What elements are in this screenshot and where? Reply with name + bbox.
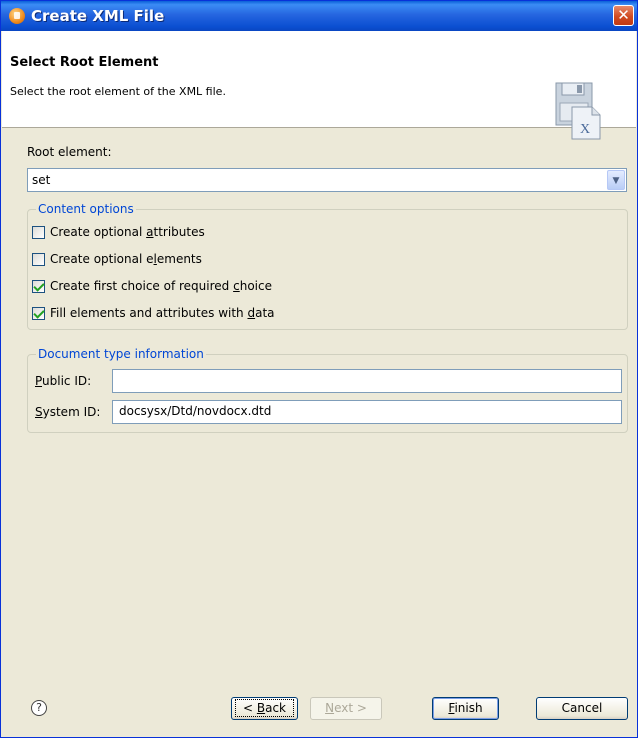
document-type-legend: Document type information [36, 347, 206, 361]
window-title: Create XML File [31, 7, 165, 25]
root-element-label: Root element: [27, 145, 112, 159]
public-id-input[interactable] [112, 369, 622, 393]
help-icon[interactable]: ? [31, 700, 47, 716]
fill-with-data-checkbox[interactable] [32, 307, 45, 320]
create-first-choice-checkbox[interactable] [32, 280, 45, 293]
system-id-label: System ID: [35, 405, 101, 419]
root-element-select[interactable]: set ▼ [27, 168, 627, 192]
app-icon [9, 8, 25, 24]
svg-text:X: X [580, 122, 590, 137]
back-button-label: < Back [234, 699, 295, 717]
create-optional-attributes-checkbox[interactable] [32, 226, 45, 239]
title-bar[interactable]: Create XML File ✕ [1, 1, 637, 31]
create-optional-elements-label: Create optional elements [50, 252, 202, 266]
cancel-button[interactable]: Cancel [536, 697, 628, 720]
finish-button-label: Finish [448, 701, 483, 715]
chevron-down-icon[interactable]: ▼ [607, 170, 625, 190]
finish-button[interactable]: Finish [432, 697, 499, 720]
back-button[interactable]: < Back [231, 697, 298, 720]
cancel-button-label: Cancel [561, 701, 603, 715]
page-description: Select the root element of the XML file. [10, 85, 226, 98]
page-title: Select Root Element [10, 55, 159, 70]
root-element-value: set [32, 173, 51, 187]
content-options-legend: Content options [36, 202, 136, 216]
fill-with-data-label: Fill elements and attributes with data [50, 306, 275, 320]
next-button-label: Next > [325, 701, 367, 715]
create-optional-attributes-label: Create optional attributes [50, 225, 205, 239]
create-optional-elements-checkbox[interactable] [32, 253, 45, 266]
create-first-choice-label: Create first choice of required choice [50, 279, 272, 293]
system-id-input[interactable]: docsysx/Dtd/novdocx.dtd [112, 400, 622, 424]
xml-file-icon: X [555, 82, 601, 140]
content-options-group: Content options Create optional attribut… [27, 202, 628, 330]
create-xml-file-dialog: Create XML File ✕ Select Root Element Se… [0, 0, 638, 738]
close-button[interactable]: ✕ [613, 5, 634, 26]
next-button[interactable]: Next > [310, 697, 382, 720]
public-id-label: Public ID: [35, 374, 92, 388]
wizard-header: Select Root Element Select the root elem… [2, 31, 636, 140]
document-type-group: Document type information Public ID: Sys… [27, 347, 628, 433]
